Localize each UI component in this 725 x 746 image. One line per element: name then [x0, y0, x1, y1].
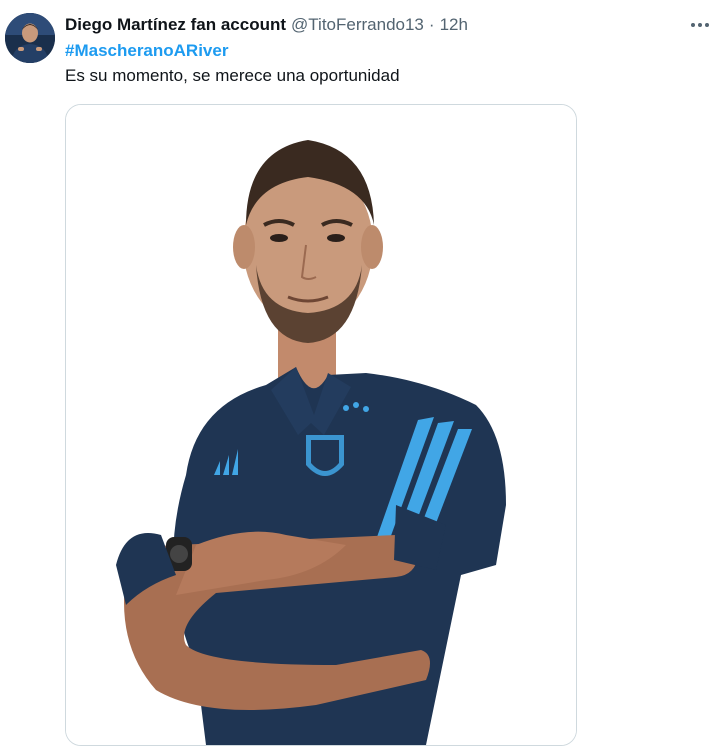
tweet-media[interactable] [65, 104, 577, 746]
separator-dot: · [428, 15, 435, 34]
display-name[interactable]: Diego Martínez fan account [65, 15, 286, 35]
player-photo [66, 105, 576, 745]
user-handle[interactable]: @TitoFerrando13 [291, 15, 424, 35]
more-options-button[interactable] [686, 14, 714, 36]
avatar[interactable] [5, 13, 55, 63]
tweet: Diego Martínez fan account @TitoFerrando… [0, 0, 725, 746]
timestamp[interactable]: 12h [440, 15, 468, 35]
hashtag-link[interactable]: #MascheranoARiver [65, 41, 228, 61]
tweet-header: Diego Martínez fan account @TitoFerrando… [65, 14, 468, 36]
tweet-text: Es su momento, se merece una oportunidad [65, 66, 400, 85]
more-horizontal-icon [691, 23, 709, 27]
avatar-image [5, 13, 55, 63]
